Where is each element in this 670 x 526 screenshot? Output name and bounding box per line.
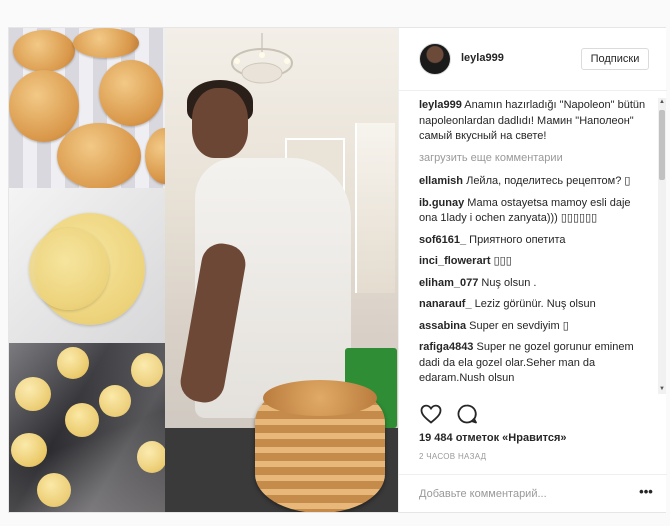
comment-username[interactable]: assabina (419, 320, 466, 332)
post-sidebar: leyla999 Подписки leyla999 Anamın hazırl… (398, 28, 667, 512)
add-comment-bar: ••• (399, 474, 667, 512)
photo-baked-layers (9, 28, 165, 188)
comment-text: Лейла, поделитесь рецептом? ▯ (466, 175, 631, 187)
post-caption: leyla999 Anamın hazırladığı "Napoleon" b… (419, 98, 649, 145)
post-modal: leyla999 Подписки leyla999 Anamın hazırl… (8, 27, 667, 513)
heart-icon[interactable] (419, 402, 443, 426)
comment-text: ▯▯▯ (493, 255, 512, 267)
comment-username[interactable]: rafiga4843 (419, 341, 473, 353)
scrollbar-thumb[interactable] (659, 110, 665, 180)
comment-item: inci_flowerart ▯▯▯ (419, 254, 649, 270)
comment-item: nanarauf_ Leziz görünür. Nuş olsun (419, 297, 649, 313)
comment-username[interactable]: inci_flowerart (419, 255, 491, 267)
post-username[interactable]: leyla999 (461, 52, 504, 64)
post-actions (399, 400, 667, 430)
comment-username[interactable]: ib.gunay (419, 197, 464, 209)
following-button[interactable]: Подписки (581, 48, 649, 70)
comment-username[interactable]: eliham_077 (419, 277, 478, 289)
comment-username[interactable]: nanarauf_ (419, 298, 472, 310)
caption-username[interactable]: leyla999 (419, 99, 462, 111)
load-more-comments-link[interactable]: загрузить еще комментарии (419, 151, 649, 167)
comments-list: leyla999 Anamın hazırladığı "Napoleon" b… (399, 98, 667, 394)
photo-raw-dough (9, 188, 165, 343)
comment-bubble-icon[interactable] (455, 402, 479, 426)
comment-text: Приятного опетита (469, 233, 566, 246)
comment-item: eliham_077 Nuş olsun . (419, 276, 649, 292)
comment-text: Leziz görünür. Nuş olsun (474, 298, 596, 310)
post-photo[interactable] (9, 28, 398, 512)
comment-text: Super en sevdiyim ▯ (469, 319, 569, 332)
post-header: leyla999 Подписки (399, 28, 667, 91)
comment-item: ib.gunay Mama ostayetsa mamoy esli daje … (419, 196, 649, 227)
scroll-up-arrow-icon[interactable]: ▲ (658, 98, 666, 107)
more-options-icon[interactable]: ••• (637, 485, 655, 503)
add-comment-input[interactable] (419, 484, 619, 504)
comment-username[interactable]: ellamish (419, 175, 463, 187)
avatar[interactable] (419, 43, 451, 75)
comment-item: rafiga4843 Super ne gozel gorunur eminem… (419, 340, 649, 387)
photo-dough-balls (9, 343, 165, 512)
comment-item: assabina Super en sevdiyim ▯ (419, 319, 649, 335)
comment-username[interactable]: sof6161_ (419, 234, 466, 246)
photo-woman-with-cake (165, 28, 398, 512)
post-timestamp[interactable]: 2 ЧАСОВ НАЗАД (419, 452, 486, 461)
comment-item: ellamish Лейла, поделитесь рецептом? ▯ (419, 174, 649, 190)
comments-scrollbar[interactable]: ▲ ▼ (658, 98, 666, 394)
comment-item: sof6161_ Приятного опетита (419, 233, 649, 249)
likes-count[interactable]: 19 484 отметок «Нравится» (419, 432, 567, 444)
scroll-down-arrow-icon[interactable]: ▼ (658, 385, 666, 394)
comment-text: Nuş olsun . (481, 276, 537, 289)
